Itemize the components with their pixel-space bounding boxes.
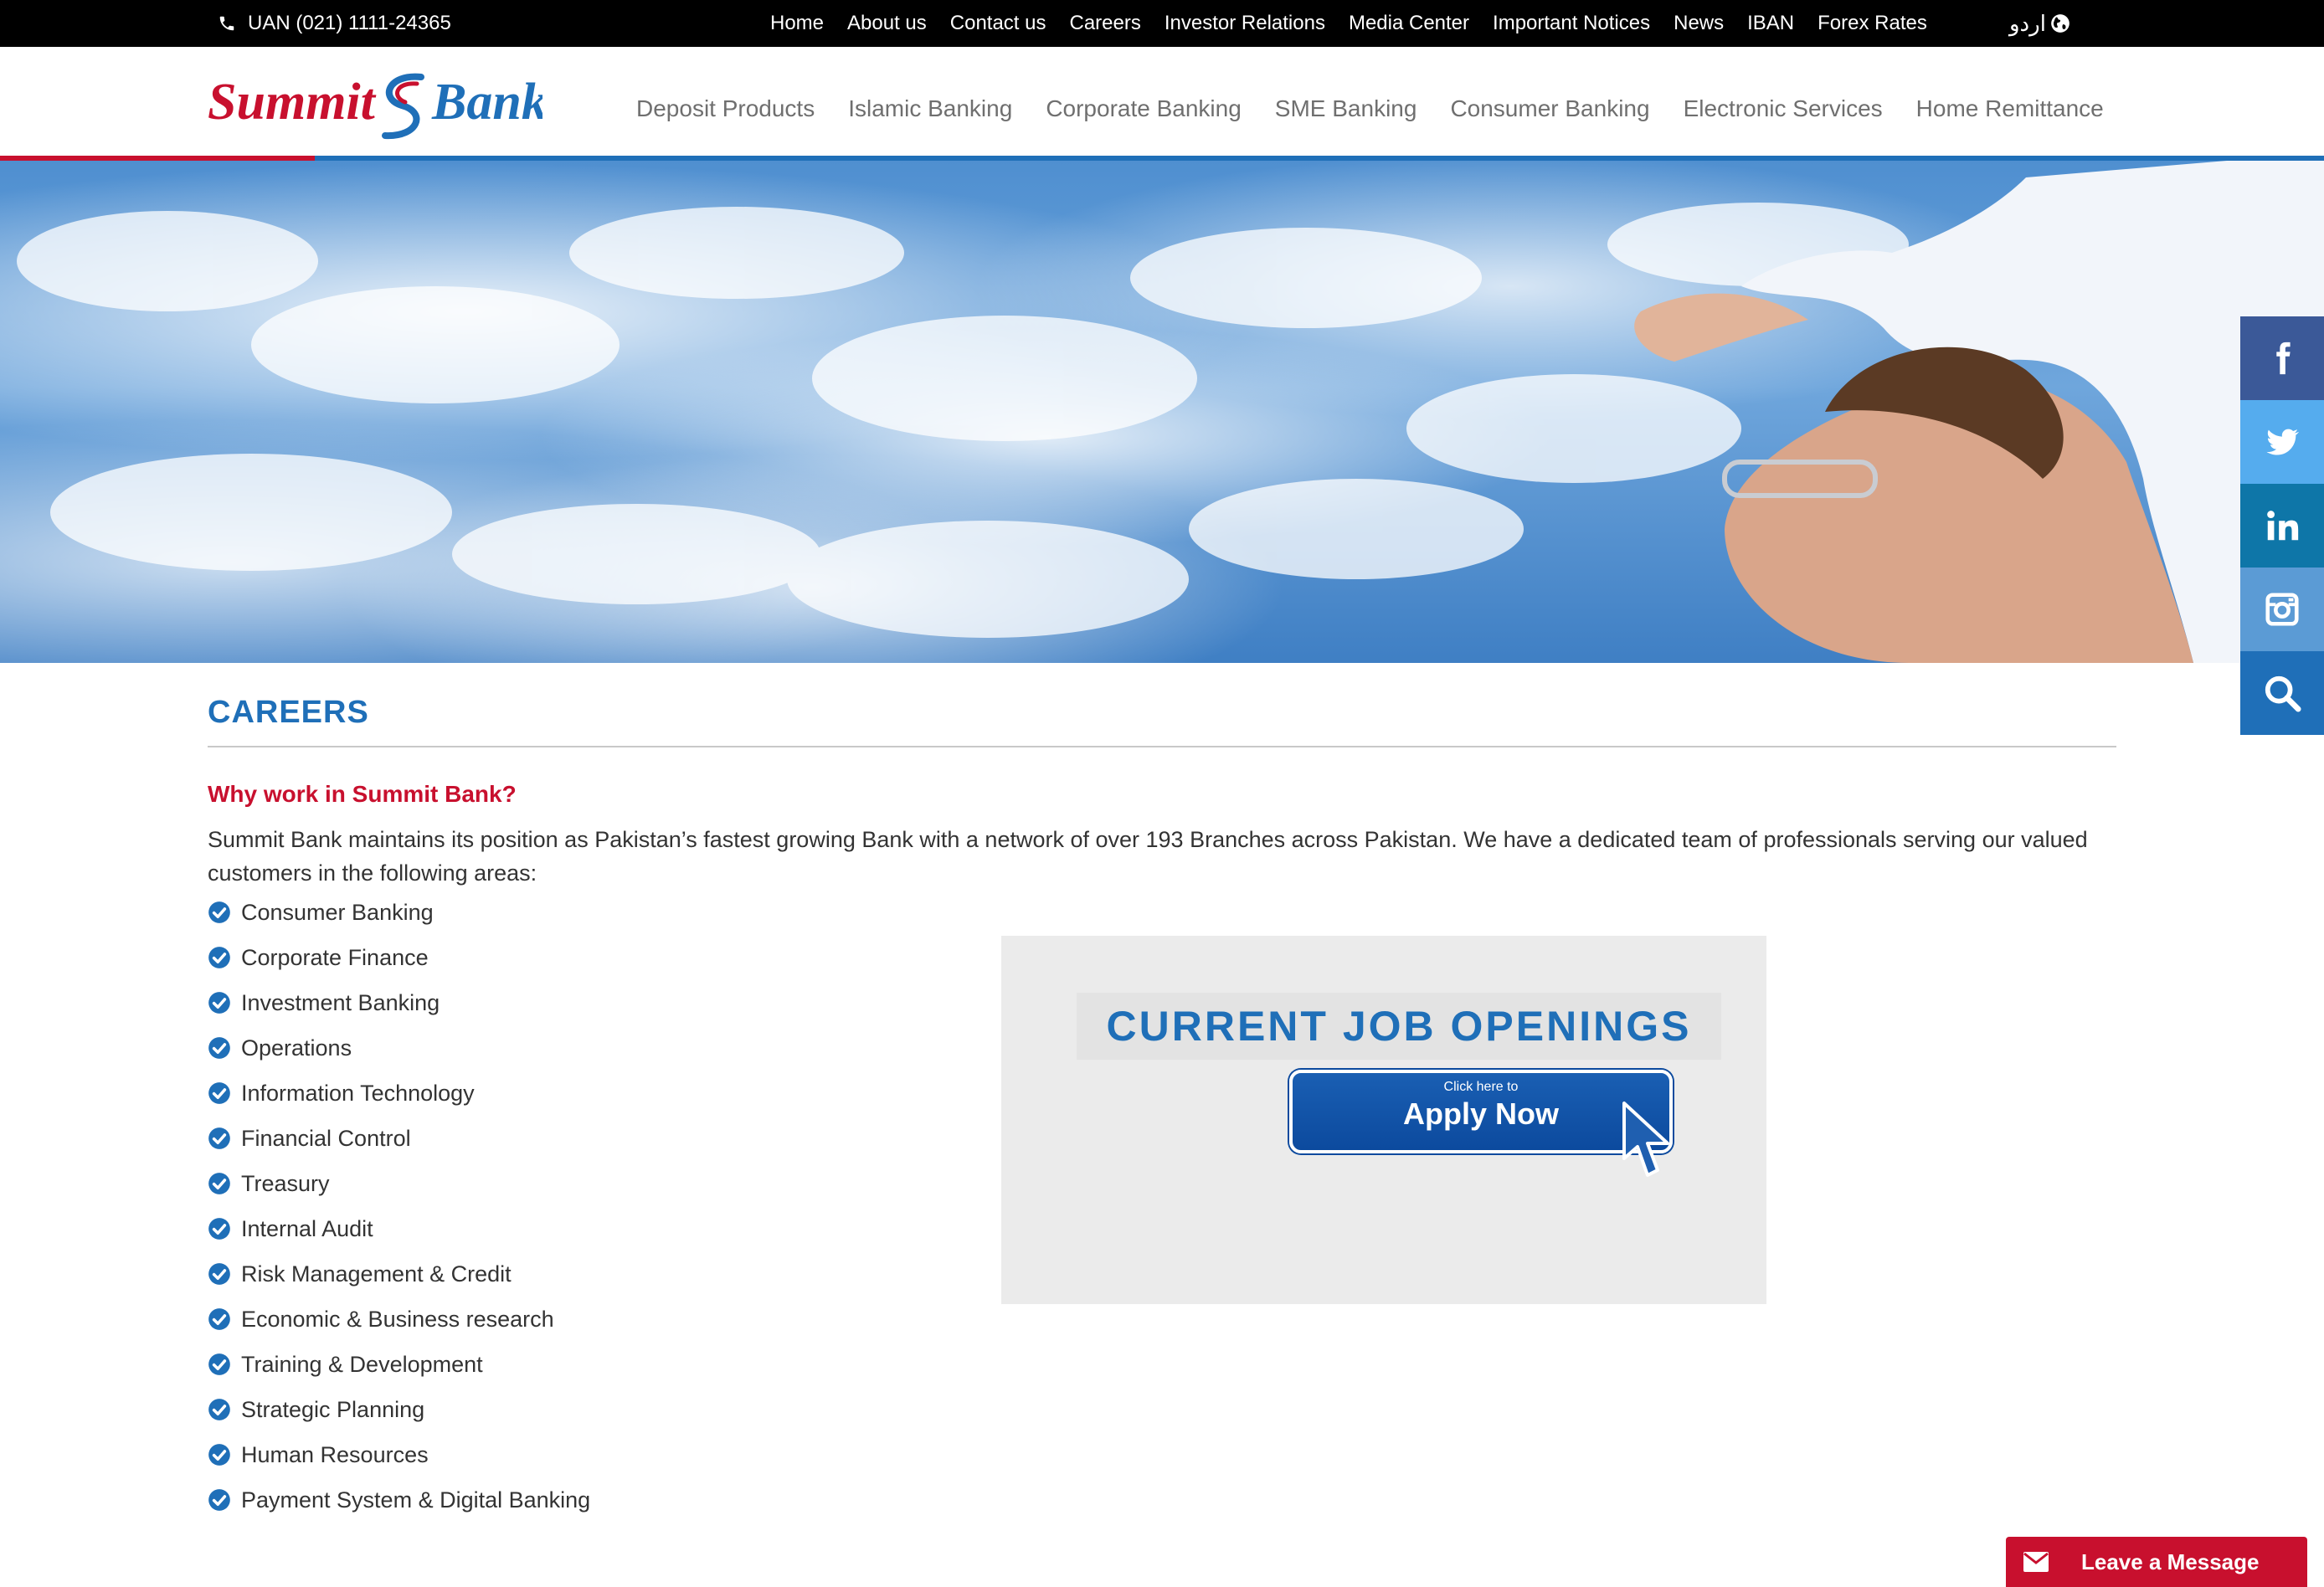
summit-bank-logo[interactable]: Summit Bank (208, 65, 542, 146)
check-circle-icon (208, 1444, 230, 1466)
career-area-label: Information Technology (241, 1080, 475, 1106)
job-openings-card[interactable]: CURRENT JOB OPENINGS Click here to Apply… (1001, 936, 1766, 1304)
toplink-about[interactable]: About us (847, 12, 927, 35)
apply-now-button[interactable]: Click here to Apply Now (1289, 1070, 1673, 1153)
career-area-label: Corporate Finance (241, 944, 429, 970)
page-title: CAREERS (208, 695, 369, 730)
career-area-item: Payment System & Digital Banking (208, 1477, 2116, 1523)
intro-paragraph: Summit Bank maintains its position as Pa… (208, 827, 2088, 886)
twitter-button[interactable] (2240, 400, 2324, 484)
check-circle-icon (208, 1082, 230, 1104)
job-openings-heading: CURRENT JOB OPENINGS (1106, 1003, 1692, 1050)
facebook-icon (2276, 342, 2291, 375)
toplink-careers[interactable]: Careers (1070, 12, 1141, 35)
social-sidebar (2240, 316, 2324, 735)
check-circle-icon (208, 1263, 230, 1285)
apply-now-label: Apply Now (1403, 1097, 1559, 1131)
career-area-label: Human Resources (241, 1441, 429, 1467)
nav-corporate-banking[interactable]: Corporate Banking (1046, 95, 1241, 122)
toplink-media-center[interactable]: Media Center (1349, 12, 1469, 35)
search-icon (2265, 675, 2301, 712)
toplink-contact[interactable]: Contact us (950, 12, 1046, 35)
uan-text: UAN (021) 1111-24365 (248, 12, 451, 34)
main-nav: Deposit Products Islamic Banking Corpora… (636, 95, 2137, 122)
career-area-label: Operations (241, 1035, 352, 1061)
toplink-important-notices[interactable]: Important Notices (1493, 12, 1650, 35)
linkedin-icon (2267, 511, 2299, 541)
career-area-item: Consumer Banking (208, 890, 2116, 935)
career-area-label: Economic & Business research (241, 1306, 554, 1332)
twitter-icon (2266, 429, 2300, 455)
uan-contact: UAN (021) 1111-24365 (218, 0, 451, 47)
nav-deposit-products[interactable]: Deposit Products (636, 95, 815, 122)
career-area-label: Strategic Planning (241, 1396, 425, 1422)
banner-illustration (17, 161, 2324, 663)
check-circle-icon (208, 1037, 230, 1059)
language-label: اردو (2009, 10, 2046, 36)
nav-sme-banking[interactable]: SME Banking (1275, 95, 1417, 122)
check-circle-icon (208, 901, 230, 923)
logo-bank-text: Bank (431, 74, 542, 131)
career-area-label: Training & Development (241, 1351, 483, 1377)
logo-summit-text: Summit (208, 74, 377, 131)
career-area-label: Payment System & Digital Banking (241, 1487, 591, 1513)
toplink-investor-relations[interactable]: Investor Relations (1165, 12, 1325, 35)
check-circle-icon (208, 1399, 230, 1420)
careers-banner-image (0, 161, 2324, 663)
site-header: Summit Bank Deposit Products Islamic Ban… (0, 47, 2324, 157)
career-area-item: Strategic Planning (208, 1387, 2116, 1432)
leave-message-button[interactable]: Leave a Message (2006, 1537, 2307, 1587)
why-work-heading: Why work in Summit Bank? (208, 781, 517, 807)
envelope-icon (2023, 1552, 2049, 1572)
toplink-forex-rates[interactable]: Forex Rates (1818, 12, 1927, 35)
cursor-arrow-icon (1622, 1102, 1669, 1177)
career-area-label: Risk Management & Credit (241, 1261, 512, 1287)
top-links: Home About us Contact us Careers Investo… (770, 0, 1951, 47)
instagram-button[interactable] (2240, 568, 2324, 651)
leave-message-label: Leave a Message (2081, 1548, 2260, 1574)
check-circle-icon (208, 947, 230, 968)
apply-now-caption: Click here to (1443, 1080, 1519, 1094)
toplink-news[interactable]: News (1674, 12, 1724, 35)
search-button[interactable] (2240, 651, 2324, 735)
instagram-icon (2265, 593, 2299, 626)
check-circle-icon (208, 1173, 230, 1194)
job-openings-heading-box: CURRENT JOB OPENINGS (1077, 993, 1721, 1060)
globe-icon (2051, 14, 2069, 33)
envelope-icon-box (2019, 1545, 2053, 1579)
career-area-label: Treasury (241, 1170, 330, 1196)
career-area-label: Consumer Banking (241, 899, 434, 925)
check-circle-icon (208, 1489, 230, 1511)
nav-consumer-banking[interactable]: Consumer Banking (1450, 95, 1649, 122)
career-area-item: Human Resources (208, 1432, 2116, 1477)
career-area-label: Financial Control (241, 1125, 411, 1151)
language-switch[interactable]: اردو (2009, 0, 2071, 47)
nav-home-remittance[interactable]: Home Remittance (1916, 95, 2104, 122)
check-circle-icon (208, 1353, 230, 1375)
linkedin-button[interactable] (2240, 484, 2324, 568)
check-circle-icon (208, 992, 230, 1014)
facebook-button[interactable] (2240, 316, 2324, 400)
nav-islamic-banking[interactable]: Islamic Banking (848, 95, 1012, 122)
career-area-label: Internal Audit (241, 1215, 373, 1241)
check-circle-icon (208, 1308, 230, 1330)
check-circle-icon (208, 1127, 230, 1149)
title-divider (208, 746, 2116, 747)
phone-icon (219, 16, 234, 31)
toplink-iban[interactable]: IBAN (1747, 12, 1794, 35)
top-bar: UAN (021) 1111-24365 Home About us Conta… (0, 0, 2324, 47)
career-area-item: Training & Development (208, 1342, 2116, 1387)
check-circle-icon (208, 1218, 230, 1240)
nav-electronic-services[interactable]: Electronic Services (1684, 95, 1883, 122)
toplink-home[interactable]: Home (770, 12, 824, 35)
career-area-label: Investment Banking (241, 989, 440, 1015)
